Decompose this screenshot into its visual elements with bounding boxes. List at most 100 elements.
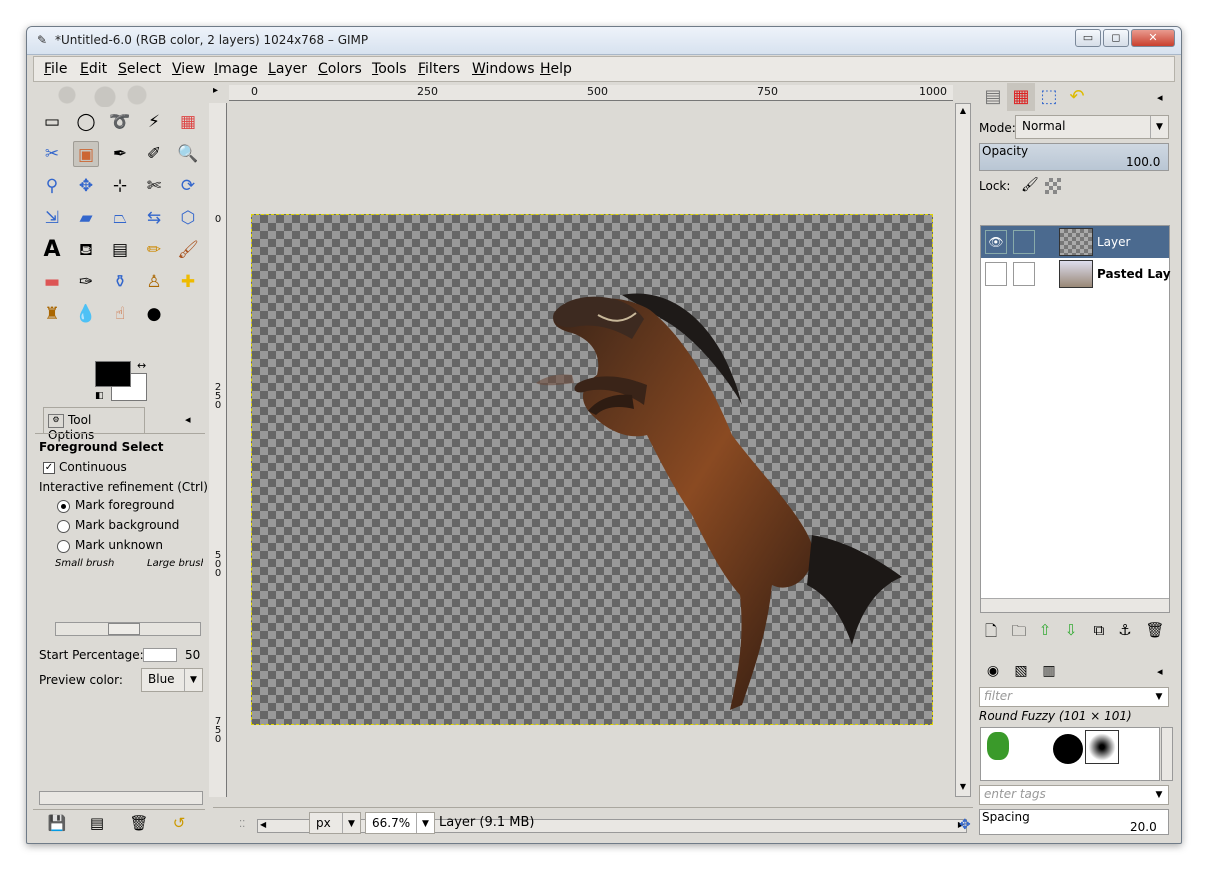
visibility-eye-icon[interactable]: 👁 — [985, 230, 1007, 254]
color-select-icon[interactable]: ▦ — [175, 109, 201, 135]
lock-alpha-icon[interactable] — [1045, 178, 1061, 194]
crop-icon[interactable]: ✄ — [141, 173, 167, 199]
measure-icon[interactable]: ⚲ — [39, 173, 65, 199]
cage-icon[interactable]: ⬡ — [175, 205, 201, 231]
blend-icon[interactable]: ▤ — [107, 237, 133, 263]
foreground-color-swatch[interactable] — [95, 361, 131, 387]
anchor-layer-icon[interactable]: ⚓ — [1113, 621, 1137, 639]
mark-unknown-radio[interactable] — [57, 540, 70, 553]
raise-layer-icon[interactable]: ⇧ — [1033, 621, 1057, 639]
swap-colors-icon[interactable]: ↔ — [137, 359, 146, 372]
canvas-vscrollbar[interactable]: ▲ ▼ — [955, 103, 971, 797]
brush-size-slider[interactable] — [55, 622, 201, 636]
airbrush-icon[interactable]: ✑ — [73, 269, 99, 295]
perspective-icon[interactable]: ⏢ — [107, 205, 133, 231]
brush-filter-input[interactable]: filter ▼ — [979, 687, 1169, 707]
chain-toggle[interactable] — [1013, 262, 1035, 286]
menu-help[interactable]: Help — [540, 61, 572, 77]
tab-layers[interactable]: ▤ — [979, 83, 1007, 111]
heal-icon[interactable]: ✚ — [175, 269, 201, 295]
tab-channels[interactable]: ▦ — [1007, 83, 1035, 111]
toolbox-hscrollbar[interactable] — [39, 791, 203, 805]
delete-options-icon[interactable]: 🗑 — [127, 814, 151, 832]
paths-icon[interactable]: ✒ — [107, 141, 133, 167]
tab-paths[interactable]: ⬚ — [1035, 83, 1063, 111]
menu-tools[interactable]: Tools — [372, 61, 407, 77]
menu-layer[interactable]: Layer — [268, 61, 307, 77]
continuous-checkbox[interactable]: ✓ — [43, 462, 55, 474]
unit-select[interactable]: px ▼ — [309, 812, 361, 834]
save-options-icon[interactable]: 💾 — [45, 814, 69, 832]
brushes-menu-icon[interactable]: ◂ — [1157, 665, 1163, 678]
rotate-icon[interactable]: ⟳ — [175, 173, 201, 199]
tab-undo[interactable]: ↶ — [1063, 83, 1091, 111]
smudge-icon[interactable]: ☝ — [107, 301, 133, 327]
ink-icon[interactable]: ⚱ — [107, 269, 133, 295]
paintbrush-icon[interactable]: 🖌 — [175, 237, 201, 263]
default-colors-icon[interactable]: ◧ — [95, 391, 104, 401]
color-picker-icon[interactable]: ✐ — [141, 141, 167, 167]
opacity-slider[interactable]: Opacity 100.0 — [979, 143, 1169, 171]
layer-name[interactable]: Layer — [1097, 235, 1130, 249]
align-icon[interactable]: ⊹ — [107, 173, 133, 199]
menu-image[interactable]: Image — [214, 61, 258, 77]
tab-tool-options[interactable]: ⚙ Tool Options — [43, 407, 145, 442]
scroll-up-icon[interactable]: ▲ — [957, 106, 969, 118]
layer-name[interactable]: Pasted Layer — [1097, 267, 1171, 281]
fuzzy-brush-icon[interactable] — [1085, 730, 1119, 764]
clone-icon[interactable]: ♙ — [141, 269, 167, 295]
brush-size-slider-knob[interactable] — [108, 623, 140, 635]
brush-tags-input[interactable]: enter tags ▼ — [979, 785, 1169, 805]
panel-menu-icon[interactable]: ◂ — [185, 413, 191, 426]
new-layer-icon[interactable]: 🗋 — [979, 621, 1003, 646]
fuzzy-select-icon[interactable]: ⚡ — [141, 109, 167, 135]
menu-edit[interactable]: Edit — [80, 61, 107, 77]
dodge-burn-icon[interactable]: ● — [141, 301, 167, 327]
preview-color-select[interactable]: Blue ▼ — [141, 668, 203, 692]
zoom-icon[interactable]: 🔍 — [175, 141, 201, 167]
vertical-ruler[interactable]: 0 250 500 750 — [209, 103, 227, 797]
maximize-button[interactable]: ◻ — [1103, 29, 1129, 47]
menu-select[interactable]: Select — [118, 61, 161, 77]
blur-icon[interactable]: 💧 — [73, 301, 99, 327]
shear-icon[interactable]: ▰ — [73, 205, 99, 231]
mark-foreground-radio[interactable] — [57, 500, 70, 513]
duplicate-layer-icon[interactable]: ⧉ — [1087, 621, 1111, 639]
menu-windows[interactable]: Windows — [472, 61, 535, 77]
close-button[interactable]: ✕ — [1131, 29, 1175, 47]
menu-view[interactable]: View — [172, 61, 205, 77]
ruler-menu-icon[interactable]: ▸ — [213, 85, 218, 96]
visibility-eye-icon[interactable] — [985, 262, 1007, 286]
restore-options-icon[interactable]: ▤ — [85, 814, 109, 832]
lock-pixels-icon[interactable]: 🖌 — [1021, 177, 1039, 193]
brush-grid[interactable] — [980, 727, 1160, 781]
eraser-icon[interactable]: ▬ — [39, 269, 65, 295]
move-icon[interactable]: ✥ — [73, 173, 99, 199]
ellipse-select-icon[interactable]: ◯ — [73, 109, 99, 135]
dock-menu-icon[interactable]: ◂ — [1157, 91, 1163, 104]
menu-filters[interactable]: Filters — [418, 61, 460, 77]
layer-mode-select[interactable]: Normal ▼ — [1015, 115, 1169, 139]
brushes-vscrollbar[interactable] — [1161, 727, 1173, 781]
tab-gradients[interactable]: ▥ — [1035, 659, 1063, 683]
rect-select-icon[interactable]: ▭ — [39, 109, 65, 135]
layer-row[interactable]: 👁 Layer — [981, 226, 1169, 258]
free-select-icon[interactable]: ➰ — [107, 109, 133, 135]
layer-row[interactable]: Pasted Layer — [981, 258, 1171, 290]
tab-brushes[interactable]: ◉ — [979, 659, 1007, 683]
foreground-select-icon[interactable]: ▣ — [73, 141, 99, 167]
scale-icon[interactable]: ⇲ — [39, 205, 65, 231]
layers-hscrollbar[interactable] — [981, 598, 1169, 612]
perspective-clone-icon[interactable]: ♜ — [39, 301, 65, 327]
hard-brush-icon[interactable] — [1053, 734, 1083, 764]
pencil-icon[interactable]: ✏ — [141, 237, 167, 263]
layer-boundary[interactable] — [251, 214, 933, 725]
menu-colors[interactable]: Colors — [318, 61, 362, 77]
lower-layer-icon[interactable]: ⇩ — [1059, 621, 1083, 639]
spacing-slider[interactable]: Spacing 20.0 — [979, 809, 1169, 835]
start-percentage-slider[interactable] — [143, 648, 177, 662]
zoom-select[interactable]: 66.7% ▼ — [365, 812, 435, 834]
scroll-down-icon[interactable]: ▼ — [957, 782, 969, 794]
scissors-icon[interactable]: ✂ — [39, 141, 65, 167]
reset-options-icon[interactable]: ↺ — [167, 814, 191, 832]
